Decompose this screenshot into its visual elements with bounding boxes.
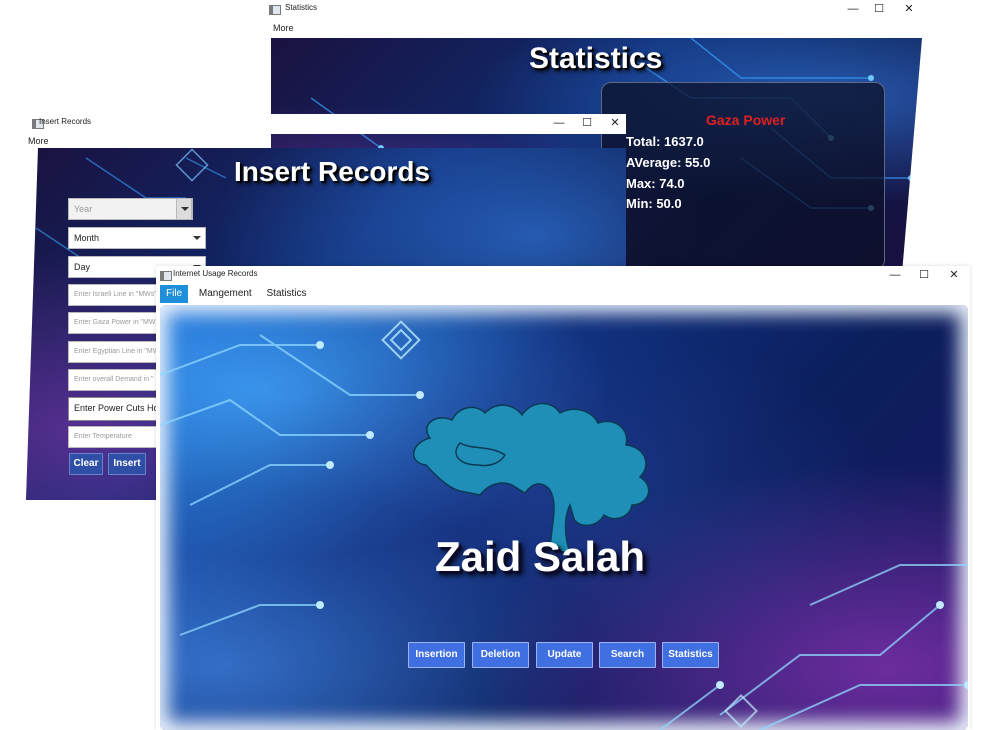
statistics-titlebar: Statistics — ☐ ✕ bbox=[263, 0, 923, 20]
close-icon[interactable]: ✕ bbox=[939, 266, 969, 284]
year-combobox[interactable]: Year bbox=[68, 198, 193, 220]
app-icon bbox=[160, 271, 172, 281]
statistics-button[interactable]: Statistics bbox=[662, 642, 719, 668]
main-titlebar: Internet Usage Records — ☐ ✕ bbox=[156, 266, 970, 286]
tree-logo bbox=[413, 402, 650, 554]
day-value: Day bbox=[74, 262, 91, 272]
menu-more[interactable]: More bbox=[263, 20, 300, 36]
month-value: Month bbox=[74, 233, 100, 243]
close-icon[interactable]: ✕ bbox=[894, 0, 923, 18]
month-combobox[interactable]: Month bbox=[68, 227, 206, 249]
search-button[interactable]: Search bbox=[599, 642, 656, 668]
menu-bar: More bbox=[263, 20, 923, 36]
app-icon bbox=[269, 5, 281, 15]
stats-heading: Gaza Power bbox=[706, 112, 786, 128]
maximize-icon[interactable]: ☐ bbox=[572, 114, 602, 132]
clear-button[interactable]: Clear bbox=[69, 453, 103, 475]
window-title: Statistics bbox=[285, 3, 318, 12]
insert-banner-title: Insert Records bbox=[234, 156, 431, 187]
maximize-icon[interactable]: ☐ bbox=[909, 266, 939, 284]
stat-max: Max: 74.0 bbox=[626, 176, 685, 191]
menu-statistics[interactable]: Statistics bbox=[261, 285, 313, 303]
insertion-button[interactable]: Insertion bbox=[408, 642, 465, 668]
minimize-icon[interactable]: — bbox=[544, 114, 574, 132]
chevron-down-icon bbox=[193, 236, 201, 240]
window-title: Insert Records bbox=[39, 117, 92, 126]
statistics-banner-title: Statistics bbox=[529, 42, 663, 75]
close-icon[interactable]: ✕ bbox=[600, 114, 626, 132]
window-title: Internet Usage Records bbox=[173, 269, 258, 278]
minimize-icon[interactable]: — bbox=[880, 266, 910, 284]
maximize-icon[interactable]: ☐ bbox=[864, 0, 894, 18]
insert-button[interactable]: Insert bbox=[108, 453, 146, 475]
year-dropdown-arrow-icon[interactable] bbox=[176, 198, 192, 220]
menu-file[interactable]: File bbox=[160, 285, 189, 303]
stat-average: AVerage: 55.0 bbox=[626, 155, 711, 170]
menu-more[interactable]: More bbox=[26, 133, 55, 149]
update-button[interactable]: Update bbox=[536, 642, 593, 668]
menu-bar: More bbox=[26, 133, 626, 149]
menu-mangement[interactable]: Mangement bbox=[193, 285, 258, 303]
deletion-button[interactable]: Deletion bbox=[472, 642, 529, 668]
author-name: Zaid Salah bbox=[434, 533, 646, 580]
menu-bar: File Mangement Statistics bbox=[156, 285, 970, 303]
insert-titlebar: Insert Records — ☐ ✕ bbox=[26, 114, 626, 134]
stats-panel: Gaza Power bbox=[601, 82, 885, 268]
stat-min: Min: 50.0 bbox=[626, 196, 682, 211]
stat-total: Total: 1637.0 bbox=[626, 134, 704, 149]
